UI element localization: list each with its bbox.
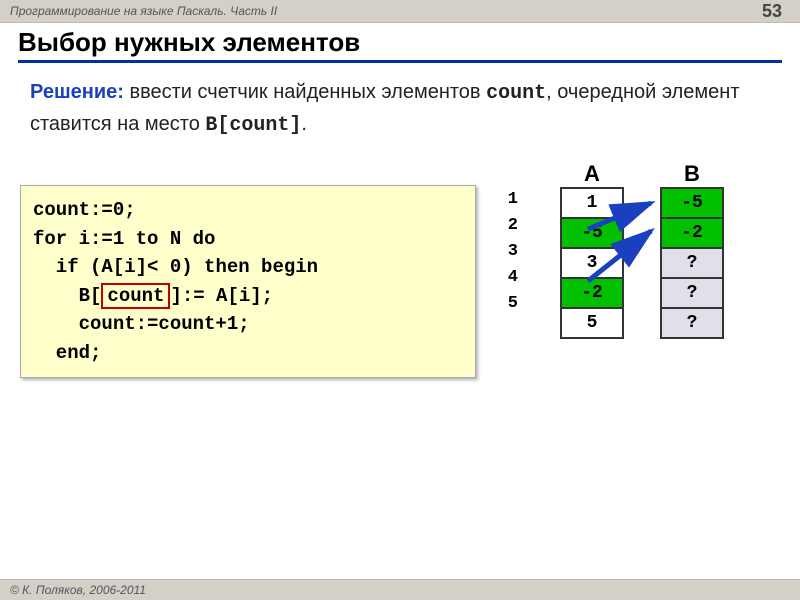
code-line: B[count]:= A[i]; [33,282,463,311]
array-B-label: B [660,161,724,187]
array-cell: -5 [660,187,724,219]
description: Решение: ввести счетчик найденных элемен… [0,65,800,151]
index-label: 1 [496,185,524,213]
array-cell: 3 [560,247,624,279]
code-line: count:=count+1; [33,310,463,339]
desc-bcount: B[count] [205,114,301,137]
array-B: B -5-2??? [660,161,724,339]
index-label: 3 [496,237,524,265]
desc-count: count [486,82,546,105]
slide-footer: © К. Поляков, 2006-2011 [0,579,800,600]
slide-title: Выбор нужных элементов [18,27,782,63]
code-line: if (A[i]< 0) then begin [33,253,463,282]
title-block: Выбор нужных элементов [0,23,800,65]
array-cell: -2 [660,217,724,249]
desc-part3: . [301,113,307,135]
array-A: A 1-53-25 [560,161,624,339]
solution-label: Решение: [30,81,124,103]
array-cell: ? [660,277,724,309]
array-cell: 1 [560,187,624,219]
desc-part1: ввести счетчик найденных элементов [124,81,486,103]
array-diagram: 12345 A 1-53-25 B -5-2??? [496,161,724,339]
index-label: 2 [496,211,524,239]
array-cell: -5 [560,217,624,249]
array-A-label: A [560,161,624,187]
array-cell: 5 [560,307,624,339]
content-row: count:=0; for i:=1 to N do if (A[i]< 0) … [0,151,800,378]
copyright: © К. Поляков, 2006-2011 [10,583,146,597]
code-line: count:=0; [33,196,463,225]
code-block: count:=0; for i:=1 to N do if (A[i]< 0) … [20,185,476,378]
code-line: for i:=1 to N do [33,225,463,254]
array-cell: ? [660,307,724,339]
array-cell: -2 [560,277,624,309]
arrows-overlay [496,161,796,361]
index-label: 4 [496,263,524,291]
page-number: 53 [762,1,782,22]
index-column: 12345 [496,187,524,339]
highlighted-count: count [101,283,170,310]
slide-header: Программирование на языке Паскаль. Часть… [0,0,800,23]
code-line: end; [33,339,463,368]
array-cell: ? [660,247,724,279]
index-label: 5 [496,289,524,317]
course-title: Программирование на языке Паскаль. Часть… [10,4,277,18]
